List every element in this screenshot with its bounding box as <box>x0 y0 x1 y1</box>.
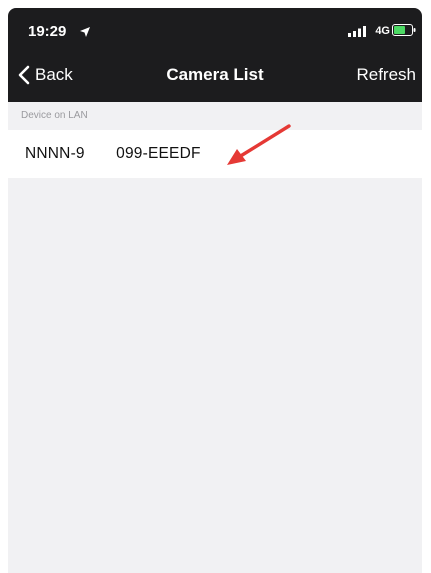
status-time: 19:29 <box>28 23 67 40</box>
top-bar: 19:29 4G Back Camera List Refresh <box>8 8 422 102</box>
device-name: NNNN-9 099-EEEDF <box>25 145 201 162</box>
network-type-label: 4G <box>375 25 390 37</box>
battery-icon <box>392 24 416 36</box>
annotation-arrow-icon <box>227 124 291 165</box>
refresh-button[interactable]: Refresh <box>356 65 416 85</box>
location-arrow-icon <box>80 27 90 37</box>
signal-bars-icon <box>348 26 366 37</box>
phone-screen: 19:29 4G Back Camera List Refresh Device… <box>8 8 422 573</box>
device-list-item[interactable]: NNNN-9 099-EEEDF <box>8 130 422 178</box>
section-header: Device on LAN <box>21 110 88 121</box>
